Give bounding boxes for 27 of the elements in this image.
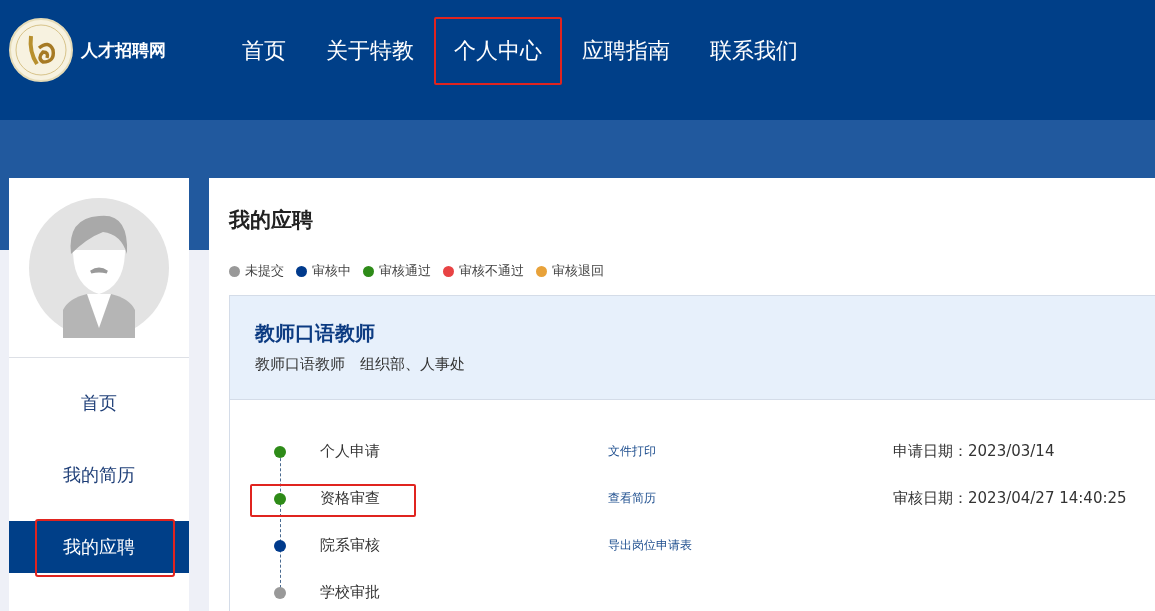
action-link[interactable]: 查看简历 — [608, 490, 893, 507]
action-link[interactable]: 导出岗位申请表 — [608, 537, 893, 554]
step-name: 院系审核 — [320, 535, 380, 556]
position-subtitle: 教师口语教师 组织部、人事处 — [255, 355, 466, 374]
nav-link[interactable]: 关于特教 — [306, 17, 434, 85]
sidebar-item[interactable]: 首页 — [9, 377, 189, 429]
nav-link[interactable]: 应聘指南 — [562, 17, 690, 85]
logo-icon — [9, 18, 73, 82]
legend-label: 审核退回 — [552, 262, 604, 280]
sidebar-item[interactable]: 我的简历 — [9, 449, 189, 501]
step-name: 资格审查 — [320, 488, 380, 509]
nav-link[interactable]: 首页 — [222, 17, 306, 85]
legend-label: 审核中 — [312, 262, 351, 280]
step-name: 个人申请 — [320, 441, 380, 462]
nav-link[interactable]: 个人中心 — [434, 17, 562, 85]
legend-label: 未提交 — [245, 262, 284, 280]
legend-label: 审核不通过 — [459, 262, 524, 280]
step-date: 申请日期：2023/03/14 — [893, 442, 1055, 461]
action-link[interactable]: 文件打印 — [608, 443, 893, 460]
nav-link[interactable]: 联系我们 — [690, 17, 818, 85]
page-title: 我的应聘 — [229, 207, 314, 234]
legend-label: 审核通过 — [379, 262, 431, 280]
position-title: 教师口语教师 — [255, 320, 376, 347]
site-name: 人才招聘网 — [81, 38, 166, 62]
step-name: 学校审批 — [320, 582, 380, 603]
step-date: 审核日期：2023/04/27 14:40:25 — [893, 489, 1127, 508]
avatar-silhouette-icon — [29, 197, 169, 338]
